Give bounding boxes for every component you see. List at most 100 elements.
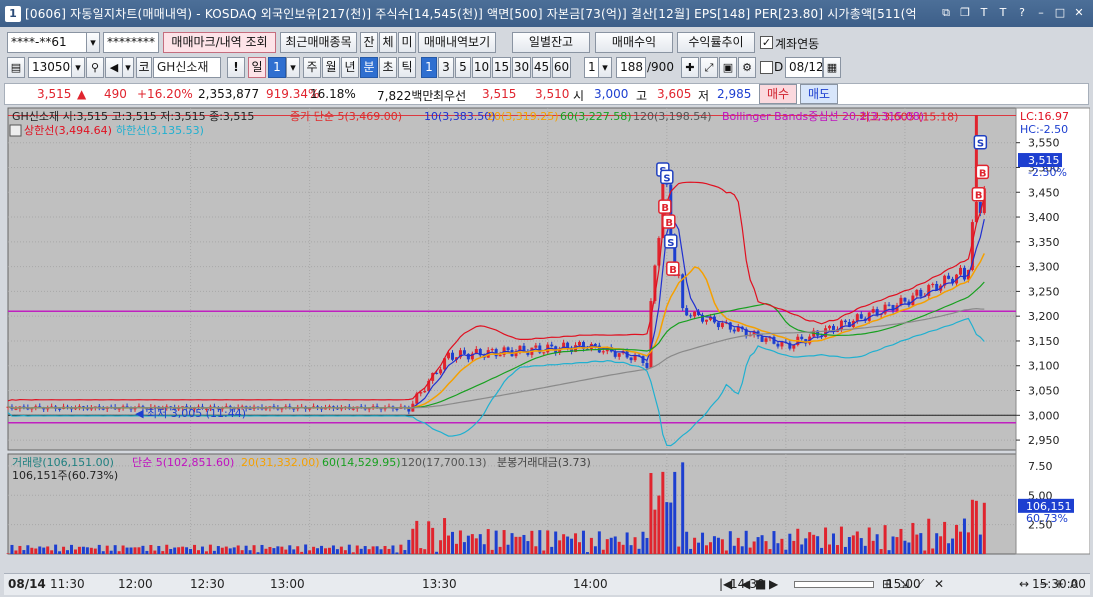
executed-button[interactable]: 체 [379, 32, 397, 53]
restore-icon[interactable]: ❐ [957, 5, 973, 21]
volume-bar [316, 548, 320, 554]
trade-profit-button[interactable]: 매매수익 [595, 32, 673, 53]
period-button-4[interactable]: 초 [379, 57, 397, 78]
buy-button[interactable]: 매수 [759, 84, 797, 104]
volume-bar [804, 538, 808, 554]
scroll-left-icon[interactable]: |◀ [719, 577, 732, 591]
pin-icon[interactable]: ꓔ [976, 5, 992, 21]
volume-bar [780, 538, 784, 554]
maximize-icon[interactable]: □ [1052, 5, 1068, 21]
volume-bar [760, 535, 764, 554]
volume-bar [244, 545, 248, 554]
interval-button-10[interactable]: 10 [472, 57, 491, 78]
fit-icon[interactable]: ⊞ [882, 577, 892, 591]
font-icon[interactable]: T [995, 5, 1011, 21]
unexecuted-button[interactable]: 미 [398, 32, 416, 53]
trade-history-button[interactable]: 매매내역보기 [418, 32, 496, 53]
next-icon[interactable]: ▶ [769, 577, 778, 591]
volume-bar [514, 536, 518, 554]
gear-icon[interactable]: ⚙ [738, 57, 756, 78]
balance-button[interactable]: 잔 [360, 32, 378, 53]
link-icon[interactable]: ⧉ [938, 5, 954, 21]
zoom-in-icon[interactable]: ⇲ [899, 577, 909, 591]
quote-amount: 7,822백만 [377, 89, 434, 103]
help-icon[interactable]: ? [1014, 5, 1030, 21]
volume-bar [784, 549, 788, 554]
volume-bar [701, 532, 705, 554]
stock-code-input[interactable]: 130500 [28, 57, 73, 78]
interval-dropdown-icon[interactable]: ▾ [598, 57, 612, 78]
volume-bar [133, 547, 137, 554]
volume-bar [764, 541, 768, 554]
volume-bar [653, 509, 657, 554]
interval-button-30[interactable]: 30 [512, 57, 531, 78]
account-dropdown-icon[interactable]: ▾ [86, 32, 100, 53]
period-button-2[interactable]: 년 [341, 57, 359, 78]
interval-button-3[interactable]: 3 [438, 57, 454, 78]
profit-trend-button[interactable]: 수익률추이 [677, 32, 755, 53]
period-button-3[interactable]: 분 [360, 57, 378, 78]
volume-bar [462, 542, 466, 554]
expand-icon[interactable]: ↔ [1019, 577, 1029, 591]
font-size-icon[interactable]: A [1070, 577, 1078, 591]
minimize-icon[interactable]: – [1033, 5, 1049, 21]
sound-dropdown-icon[interactable]: ▾ [122, 57, 134, 78]
volume-bar [34, 548, 38, 554]
account-input[interactable]: ****-**61 [7, 32, 87, 53]
chart-svg[interactable]: 3,5503,5003,4503,4003,3503,3003,2503,200… [4, 106, 1091, 572]
volume-bar [613, 536, 617, 554]
date-checkbox[interactable] [760, 61, 773, 74]
interval-button-15[interactable]: 15 [492, 57, 511, 78]
sound-icon[interactable]: ◀ [105, 57, 123, 78]
zoom-out-icon[interactable]: − [1039, 577, 1049, 591]
add-indicator-icon[interactable]: ✚ [681, 57, 699, 78]
calendar-icon[interactable]: ▦ [823, 57, 841, 78]
market-kosdaq-button[interactable]: 코 [136, 57, 152, 78]
volume-bar [387, 548, 391, 554]
draw-tool-icon[interactable]: ⤢ [700, 57, 718, 78]
prev-icon[interactable]: ◀ [741, 577, 750, 591]
stock-name-field: GH신소재 [153, 57, 221, 78]
password-input[interactable]: ******** [103, 32, 159, 53]
stop-icon[interactable]: ■ [755, 577, 766, 591]
volume-bar [320, 545, 324, 554]
volume-bar [399, 544, 403, 554]
interval-button-1[interactable]: 1 [421, 57, 437, 78]
period-button-1[interactable]: 월 [322, 57, 340, 78]
chart-area[interactable]: 3,550 3,500 3,450 3,400 3,350 3,300 3,250 3,200… [4, 106, 1091, 572]
date-input[interactable]: 08/12 [785, 57, 823, 78]
volume-bar [89, 547, 93, 554]
crosshair-icon[interactable]: ✕ [934, 577, 944, 591]
period-button-5[interactable]: 틱 [398, 57, 416, 78]
recent-stocks-button[interactable]: 최근매매종목 [280, 32, 357, 53]
zoom-slider[interactable] [794, 581, 874, 588]
volume-bar [919, 533, 923, 554]
chart-menu-icon[interactable]: ▤ [7, 57, 25, 78]
interval-button-60[interactable]: 60 [552, 57, 571, 78]
interval-button-45[interactable]: 45 [532, 57, 551, 78]
zoom-plus-icon[interactable]: + [1054, 577, 1064, 591]
save-icon[interactable]: ▣ [719, 57, 737, 78]
volume-bar [292, 549, 296, 554]
candle-body [947, 275, 951, 279]
search-icon[interactable]: ⚲ [86, 57, 104, 78]
day-button[interactable]: 일 [248, 57, 266, 78]
daily-balance-button[interactable]: 일별잔고 [512, 32, 590, 53]
account-link-checkbox[interactable]: ✓ [760, 36, 773, 49]
trade-mark-query-button[interactable]: 매매마크/내역 조회 [163, 32, 276, 53]
day-dropdown-icon[interactable]: ▾ [286, 57, 300, 78]
volume-bar [248, 550, 252, 554]
day-count-select[interactable]: 1 [268, 57, 286, 78]
volume-bar [451, 531, 454, 554]
interval-button-5[interactable]: 5 [455, 57, 471, 78]
code-dropdown-icon[interactable]: ▾ [71, 57, 85, 78]
sell-button[interactable]: 매도 [800, 84, 838, 104]
legend-vol-ma60: 60(14,529.95) [322, 456, 401, 469]
bar-count-input[interactable]: 188 [616, 57, 646, 78]
candle-body [959, 267, 962, 275]
quote-low: 2,985 [717, 87, 752, 101]
close-icon[interactable]: ✕ [1071, 5, 1087, 21]
draw-line-icon[interactable]: ⟋ [916, 577, 924, 592]
alert-button[interactable]: ! [227, 57, 245, 78]
period-button-0[interactable]: 주 [303, 57, 321, 78]
